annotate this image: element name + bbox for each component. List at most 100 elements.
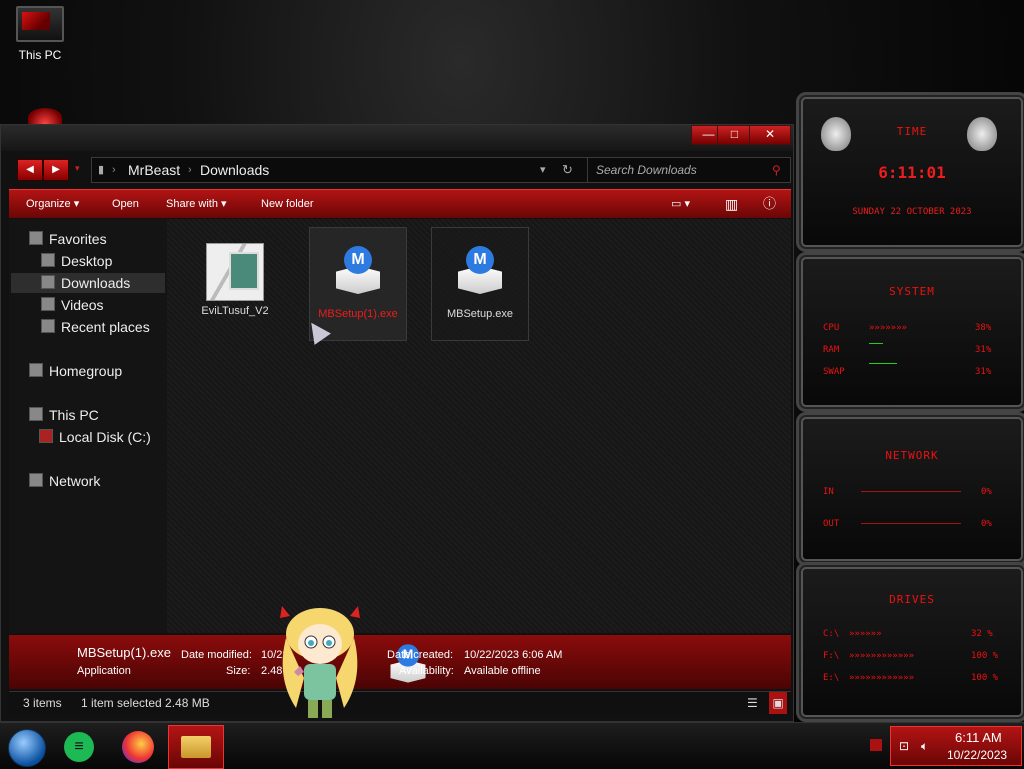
new-folder-button[interactable]: New folder [261, 190, 314, 218]
forward-button[interactable]: ▶ [43, 159, 69, 181]
close-button[interactable]: ✕ [749, 125, 791, 145]
file-name: EviLTusuf_V2 [201, 305, 269, 317]
folder-icon: ▮ [98, 164, 105, 176]
drive-f-bar: »»»»»»»»»»»» [849, 651, 915, 661]
tray-clock[interactable]: ⊡ 🔈︎ 6:11 AM 10/22/2023 [890, 726, 1022, 766]
system-title: SYSTEM [889, 285, 935, 298]
drives-title: DRIVES [889, 593, 935, 606]
status-bar: 3 items 1 item selected 2.48 MB ☰ ▣ [9, 691, 791, 714]
computer-icon [29, 407, 43, 421]
tray-time: 6:11 AM [955, 730, 1002, 745]
net-in-value: 0% [981, 487, 992, 497]
desktop-icon-this-pc[interactable]: This PC [10, 6, 70, 62]
breadcrumb-downloads[interactable]: Downloads [200, 158, 269, 182]
ram-bar [869, 343, 883, 344]
time-date: SUNDAY 22 OCTOBER 2023 [852, 207, 972, 217]
cpu-bar: »»»»»»» [869, 323, 907, 333]
recent-icon [41, 319, 55, 333]
show-hidden-icons-button[interactable] [870, 739, 882, 751]
detail-file-name: MBSetup(1).exe [77, 645, 171, 660]
network-icon [29, 473, 43, 487]
command-bar: Organize ▾ Open Share with ▾ New folder … [9, 189, 791, 218]
swap-value: 31% [975, 367, 992, 377]
net-in-label: IN [823, 487, 834, 497]
chevron-right-icon: › [188, 164, 192, 176]
help-icon[interactable]: ⓘ [763, 190, 776, 218]
tray-date: 10/22/2023 [947, 748, 1008, 762]
video-icon [41, 297, 55, 311]
change-view-icon[interactable]: ▭ ▾ [671, 190, 690, 218]
start-button[interactable] [8, 729, 46, 767]
large-icons-view-icon[interactable]: ▣ [769, 692, 787, 714]
search-placeholder: Search Downloads [596, 163, 697, 177]
installer-icon: M [452, 244, 508, 300]
file-name: MBSetup.exe [446, 308, 514, 320]
chevron-down-icon[interactable]: ▾ [540, 158, 546, 182]
monitor-icon [16, 6, 64, 42]
volume-icon[interactable]: 🔈︎ [921, 739, 928, 754]
file-item[interactable]: M MBSetup.exe [431, 227, 529, 341]
file-name: MBSetup(1).exe [318, 308, 398, 320]
file-explorer-taskbar-button[interactable] [168, 725, 224, 769]
ram-label: RAM [823, 345, 840, 355]
organize-button[interactable]: Organize ▾ [26, 190, 79, 218]
detail-file-type: Application [77, 665, 131, 677]
net-out-value: 0% [981, 519, 992, 529]
title-bar[interactable]: — □ ✕ [1, 125, 793, 151]
cpu-label: CPU [823, 323, 840, 333]
firefox-icon[interactable] [122, 731, 154, 763]
drives-gadget[interactable]: DRIVES C:\ »»»»»» 32 % F:\ »»»»»»»»»»»» … [796, 562, 1024, 722]
drive-f-label: F:\ [823, 651, 840, 661]
maximize-button[interactable]: □ [717, 125, 752, 145]
preview-pane-icon[interactable]: ▥ [725, 190, 738, 218]
drive-c-bar: »»»»»» [849, 629, 882, 639]
item-count: 3 items [23, 696, 62, 710]
drive-c-value: 32 % [971, 629, 993, 639]
nav-downloads[interactable]: Downloads [11, 273, 165, 293]
date-created-value: 10/22/2023 6:06 AM [464, 649, 563, 661]
folder-icon [181, 736, 211, 758]
system-gadget[interactable]: SYSTEM CPU »»»»»»» 38% RAM 31% SWAP 31% [796, 252, 1024, 412]
open-button[interactable]: Open [112, 190, 139, 218]
drive-e-label: E:\ [823, 673, 840, 683]
net-out-label: OUT [823, 519, 840, 529]
network-title: NETWORK [885, 449, 939, 462]
desktop-icon-label: This PC [18, 48, 62, 62]
nav-this-pc[interactable]: This PC [29, 405, 185, 425]
back-button[interactable]: ◀ [17, 159, 43, 181]
star-icon [29, 231, 43, 245]
time-title: TIME [896, 125, 928, 138]
recent-pages-chevron-icon[interactable]: ▾ [75, 163, 80, 174]
details-view-icon[interactable]: ☰ [747, 692, 758, 714]
spotify-icon[interactable]: ≡ [64, 732, 94, 762]
taskbar: ≡ ⊡ 🔈︎ 6:11 AM 10/22/2023 [0, 722, 1024, 769]
search-icon[interactable]: ⚲ [772, 158, 781, 182]
file-list[interactable]: EviLTusuf_V2 M MBSetup(1).exe M MBSetup.… [167, 219, 791, 633]
search-input[interactable]: Search Downloads ⚲ [587, 157, 791, 183]
explorer-window: — □ ✕ ◀ ▶ ▾ ▮ › MrBeast › Downloads ▾ ↻ … [0, 124, 794, 722]
nav-homegroup[interactable]: Homegroup [29, 361, 185, 381]
drive-f-value: 100 % [971, 651, 999, 661]
refresh-icon[interactable]: ↻ [562, 158, 573, 182]
selection-info: 1 item selected 2.48 MB [81, 696, 210, 710]
net-in-graph [861, 491, 961, 492]
network-tray-icon[interactable]: ⊡ [899, 739, 909, 753]
breadcrumb-mrbeast[interactable]: MrBeast [128, 158, 180, 182]
nav-network[interactable]: Network [29, 471, 185, 491]
desktop-icon [41, 253, 55, 267]
time-gadget[interactable]: TIME 6:11:01 SUNDAY 22 OCTOBER 2023 [796, 92, 1024, 252]
homegroup-icon [29, 363, 43, 377]
navigation-pane: Favorites Desktop Downloads Videos Recen… [9, 219, 167, 633]
network-gadget[interactable]: NETWORK IN 0% OUT 0% [796, 412, 1024, 566]
address-input[interactable]: ▮ › MrBeast › Downloads ▾ ↻ [91, 157, 591, 183]
availability-label: Availability: [399, 665, 454, 677]
cartoon-character-sticker [280, 606, 360, 718]
swap-label: SWAP [823, 367, 845, 377]
date-modified-label: Date modified: [181, 649, 252, 661]
nav-favorites[interactable]: Favorites [29, 229, 185, 249]
share-with-button[interactable]: Share with ▾ [166, 190, 227, 218]
file-item[interactable]: EviLTusuf_V2 [187, 227, 283, 339]
drive-c-label: C:\ [823, 629, 840, 639]
date-created-label: Date created: [387, 649, 454, 661]
details-pane: M MBSetup(1).exe Application Date modifi… [9, 635, 791, 689]
